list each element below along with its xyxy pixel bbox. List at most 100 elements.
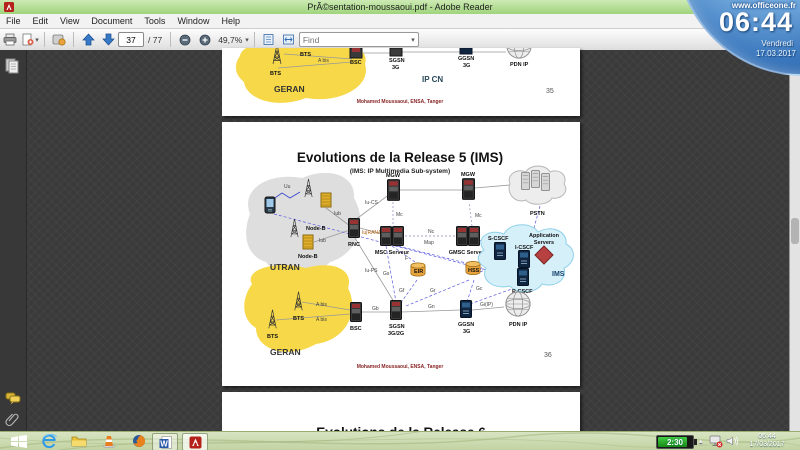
bts-label: BTS: [293, 316, 304, 322]
nodeb-cabinet-icon: [321, 193, 331, 207]
pstn-server-icon: [531, 170, 539, 187]
pdf-page-37: Evolutions de la Release 6: [222, 392, 580, 432]
next-page-button[interactable]: [99, 31, 117, 48]
collaborate-icon: [52, 33, 66, 46]
pstn-label: PSTN: [530, 211, 545, 217]
sgsn-label: SGSN: [389, 324, 405, 330]
find-input[interactable]: [303, 35, 391, 45]
scscf-server-icon: [495, 243, 506, 260]
print-button[interactable]: [1, 31, 19, 48]
show-hidden-icons-button[interactable]: ▴: [699, 437, 703, 445]
hss-label: HSS: [468, 268, 480, 274]
ggsn-label: GGSN: [458, 322, 474, 328]
geran-cloud: [244, 265, 352, 352]
map-label: Map: [424, 240, 434, 246]
vlc-icon[interactable]: [96, 432, 122, 450]
menu-document[interactable]: Document: [85, 16, 138, 26]
pdf-page-35: BTS A bis BTS GERAN BSC SGSN 3G GGSN 3G …: [222, 48, 580, 116]
fit-width-button[interactable]: [280, 31, 298, 48]
file-explorer-icon[interactable]: [66, 432, 92, 450]
window-titlebar: PrÃ©sentation-moussaoui.pdf - Adobe Read…: [0, 0, 800, 14]
window-title: PrÃ©sentation-moussaoui.pdf - Adobe Read…: [0, 2, 800, 12]
icscf-server-icon: [519, 251, 530, 268]
word-taskbar-button[interactable]: W: [152, 433, 178, 450]
toolbar-separator: [44, 32, 45, 47]
tray-clock[interactable]: 06:44 17/03/2017: [738, 433, 796, 449]
f-label: F: [405, 256, 408, 262]
zoom-out-button[interactable]: [176, 31, 194, 48]
iups-label: Iu-PS: [365, 268, 378, 274]
find-box[interactable]: ▾: [299, 32, 419, 47]
app-servers-label2: Servers: [534, 240, 554, 246]
toolbar-separator: [170, 32, 171, 47]
slide-number: 35: [546, 88, 554, 95]
menu-tools[interactable]: Tools: [138, 16, 171, 26]
adobe-reader-taskbar-button[interactable]: [182, 433, 208, 450]
mc-label: Mc: [475, 213, 482, 219]
firefox-icon[interactable]: [126, 432, 152, 450]
sgsn-server-icon: [391, 301, 402, 320]
gn-label: Gn: [428, 304, 435, 310]
bts-label: BTS: [267, 334, 278, 340]
page-number-input[interactable]: [118, 32, 144, 47]
iub-label: Iub: [334, 211, 341, 217]
scrolling-mode-button[interactable]: [260, 31, 278, 48]
scrollbar-thumb[interactable]: [791, 218, 799, 244]
menu-view[interactable]: View: [54, 16, 85, 26]
network-status-icon[interactable]: [708, 432, 724, 450]
mgw-label: MGW: [461, 172, 476, 178]
battery-meter[interactable]: 2:30: [656, 435, 694, 449]
ggsn-server-icon: [461, 301, 472, 318]
taskbar: W 2:30 ▴: [0, 431, 800, 450]
abis-label: A bis: [316, 317, 327, 323]
gr-label: Gr: [430, 288, 436, 294]
share-document-button[interactable]: ▾: [21, 31, 39, 48]
zoom-in-icon: [199, 34, 211, 46]
menu-help[interactable]: Help: [215, 16, 246, 26]
menu-edit[interactable]: Edit: [27, 16, 55, 26]
pages-panel-icon[interactable]: [5, 58, 20, 74]
collaborate-button[interactable]: [50, 31, 68, 48]
bts-label: BTS: [300, 52, 311, 58]
previous-page-button[interactable]: [79, 31, 97, 48]
word-glyph: W: [160, 439, 168, 448]
zoom-out-icon: [179, 34, 191, 46]
iub-label: Iub: [319, 238, 326, 244]
ie-logo-icon: [42, 434, 57, 449]
pdn-label: PDN IP: [509, 322, 528, 328]
menu-bar: File Edit View Document Tools Window Hel…: [0, 14, 800, 29]
bsc-server-icon: [351, 303, 362, 322]
vertical-scrollbar[interactable]: [789, 50, 800, 432]
caret-down-icon: ▾: [411, 36, 415, 44]
zoom-in-button[interactable]: [196, 31, 214, 48]
menu-window[interactable]: Window: [171, 16, 215, 26]
slide-36-diagram: Evolutions de la Release 5 (IMS) (IMS: I…: [222, 122, 580, 386]
gc-label: Gc: [476, 286, 483, 292]
attachments-panel-icon[interactable]: [5, 412, 20, 428]
speaker-icon: [726, 435, 739, 447]
slide-footer: Mohamed Moussaoui, ENSA, Tanger: [357, 364, 444, 370]
zoom-level-dropdown[interactable]: 49,7% ▾: [216, 31, 249, 48]
toolbar-separator: [254, 32, 255, 47]
comments-panel-icon[interactable]: [5, 392, 22, 405]
iucs-label: Iu-CS: [365, 200, 378, 206]
word-icon: W: [159, 436, 172, 449]
eir-label: EIR: [414, 269, 423, 275]
abis-label: A bis: [316, 302, 327, 308]
scrolling-mode-icon: [262, 33, 275, 46]
tray-date: 17/03/2017: [738, 441, 796, 449]
start-button[interactable]: [4, 432, 34, 450]
pcscf-server-icon: [518, 269, 529, 286]
ggsn-label2: 3G: [463, 329, 470, 335]
gb-label: Gb: [372, 306, 379, 312]
caret-down-icon: ▾: [245, 36, 249, 44]
network-disconnected-icon: [709, 435, 723, 448]
nav-panel-sidebar: [0, 50, 27, 432]
pdn-globe-icon: [507, 48, 531, 58]
internet-explorer-icon[interactable]: [36, 432, 62, 450]
geran-label: GERAN: [270, 347, 301, 357]
scscf-label: S-CSCF: [488, 236, 509, 242]
menu-file[interactable]: File: [0, 16, 27, 26]
ggsn-label2: 3G: [463, 63, 470, 69]
rnc-label: RNC: [348, 242, 360, 248]
